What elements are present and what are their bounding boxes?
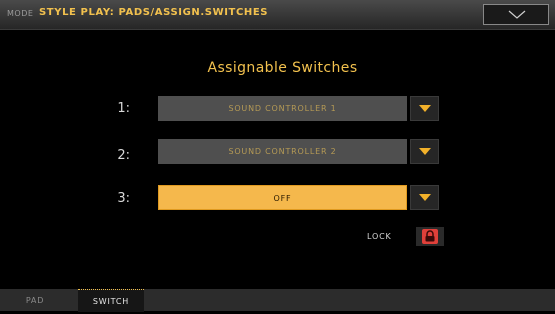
lock-label: LOCK: [367, 232, 392, 241]
page-title: STYLE PLAY: PADS/ASSIGN.SWITCHES: [39, 7, 269, 18]
chevron-down-icon: [508, 10, 526, 19]
main-panel: Assignable Switches 1: SOUND CONTROLLER …: [0, 30, 555, 289]
switch-3-value[interactable]: OFF: [158, 185, 407, 210]
switch-2-select[interactable]: SOUND CONTROLLER 2: [158, 139, 441, 164]
switch-2-label: 2:: [117, 148, 130, 163]
tab-pad[interactable]: PAD: [0, 289, 70, 311]
switch-2-value[interactable]: SOUND CONTROLLER 2: [158, 139, 407, 164]
switch-2-dropdown-button[interactable]: [410, 139, 439, 164]
switch-1-dropdown-button[interactable]: [410, 96, 439, 121]
dropdown-arrow-icon: [419, 194, 431, 201]
switch-1-value[interactable]: SOUND CONTROLLER 1: [158, 96, 407, 121]
lock-button[interactable]: [416, 227, 444, 246]
switch-3-dropdown-button[interactable]: [410, 185, 439, 210]
lock-icon: [422, 229, 438, 244]
header-bar: MODE STYLE PLAY: PADS/ASSIGN.SWITCHES: [0, 0, 555, 30]
switch-1-label: 1:: [117, 101, 130, 116]
dropdown-arrow-icon: [419, 105, 431, 112]
switch-1-select[interactable]: SOUND CONTROLLER 1: [158, 96, 441, 121]
section-title: Assignable Switches: [207, 60, 358, 76]
tab-bar: PAD SWITCH: [0, 289, 555, 312]
dropdown-arrow-icon: [419, 148, 431, 155]
switch-3-select[interactable]: OFF: [158, 185, 441, 210]
switch-3-label: 3:: [117, 191, 130, 206]
page-menu-button[interactable]: [483, 4, 549, 25]
tab-switch[interactable]: SWITCH: [78, 289, 144, 312]
mode-label: MODE: [7, 9, 34, 18]
